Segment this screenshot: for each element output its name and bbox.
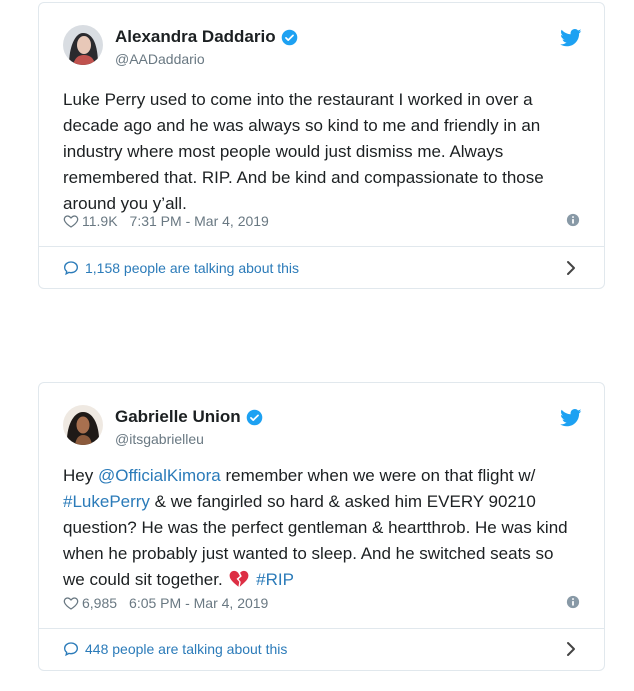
user-handle[interactable]: @itsgabrielleu (115, 431, 204, 447)
user-handle[interactable]: @AADaddario (115, 51, 205, 67)
tweet-card[interactable]: Gabrielle Union @itsgabrielleu Hey @Offi… (38, 382, 605, 671)
tweet-text: Hey @OfficialKimora remember when we wer… (63, 463, 576, 593)
broken-heart-emoji (230, 570, 249, 587)
tweet-card[interactable]: Alexandra Daddario @AADaddario Luke Perr… (38, 2, 605, 289)
talking-count[interactable]: 448 people are talking about this (85, 641, 287, 657)
mention-link[interactable]: @OfficialKimora (98, 466, 221, 485)
display-name[interactable]: Gabrielle Union (115, 407, 241, 427)
divider (39, 628, 604, 629)
chevron-right-icon[interactable] (566, 641, 576, 657)
tweet-header: Alexandra Daddario @AADaddario (63, 25, 584, 73)
twitter-bird-icon[interactable] (560, 409, 582, 427)
tweet-meta: 11.9K 7:31 PM - Mar 4, 2019 (63, 211, 580, 231)
tweet-meta: 6,985 6:05 PM - Mar 4, 2019 (63, 593, 580, 613)
chevron-right-icon[interactable] (566, 260, 576, 276)
speech-bubble-icon (63, 261, 79, 276)
conversation-link[interactable]: 1,158 people are talking about this (63, 257, 580, 279)
info-icon[interactable] (566, 595, 580, 609)
like-count[interactable]: 11.9K (82, 213, 118, 229)
twitter-bird-icon[interactable] (560, 29, 582, 47)
speech-bubble-icon (63, 642, 79, 657)
verified-icon (246, 409, 262, 425)
divider (39, 246, 604, 247)
tweet-text: Luke Perry used to come into the restaur… (63, 90, 544, 213)
hashtag-link[interactable]: #LukePerry (63, 492, 150, 511)
tweet-header: Gabrielle Union @itsgabrielleu (63, 405, 584, 453)
hashtag-link[interactable]: #RIP (256, 570, 294, 589)
heart-icon[interactable] (63, 213, 79, 229)
like-count[interactable]: 6,985 (82, 595, 117, 611)
timestamp[interactable]: 6:05 PM - Mar 4, 2019 (129, 595, 268, 611)
text-segment: Hey (63, 466, 98, 485)
verified-icon (281, 29, 297, 45)
heart-icon[interactable] (63, 595, 79, 611)
info-icon[interactable] (566, 213, 580, 227)
timestamp[interactable]: 7:31 PM - Mar 4, 2019 (130, 213, 269, 229)
avatar[interactable] (63, 25, 103, 65)
display-name[interactable]: Alexandra Daddario (115, 27, 276, 47)
conversation-link[interactable]: 448 people are talking about this (63, 638, 580, 660)
text-segment: remember when we were on that flight w/ (220, 466, 536, 485)
avatar[interactable] (63, 405, 103, 445)
talking-count[interactable]: 1,158 people are talking about this (85, 260, 299, 276)
